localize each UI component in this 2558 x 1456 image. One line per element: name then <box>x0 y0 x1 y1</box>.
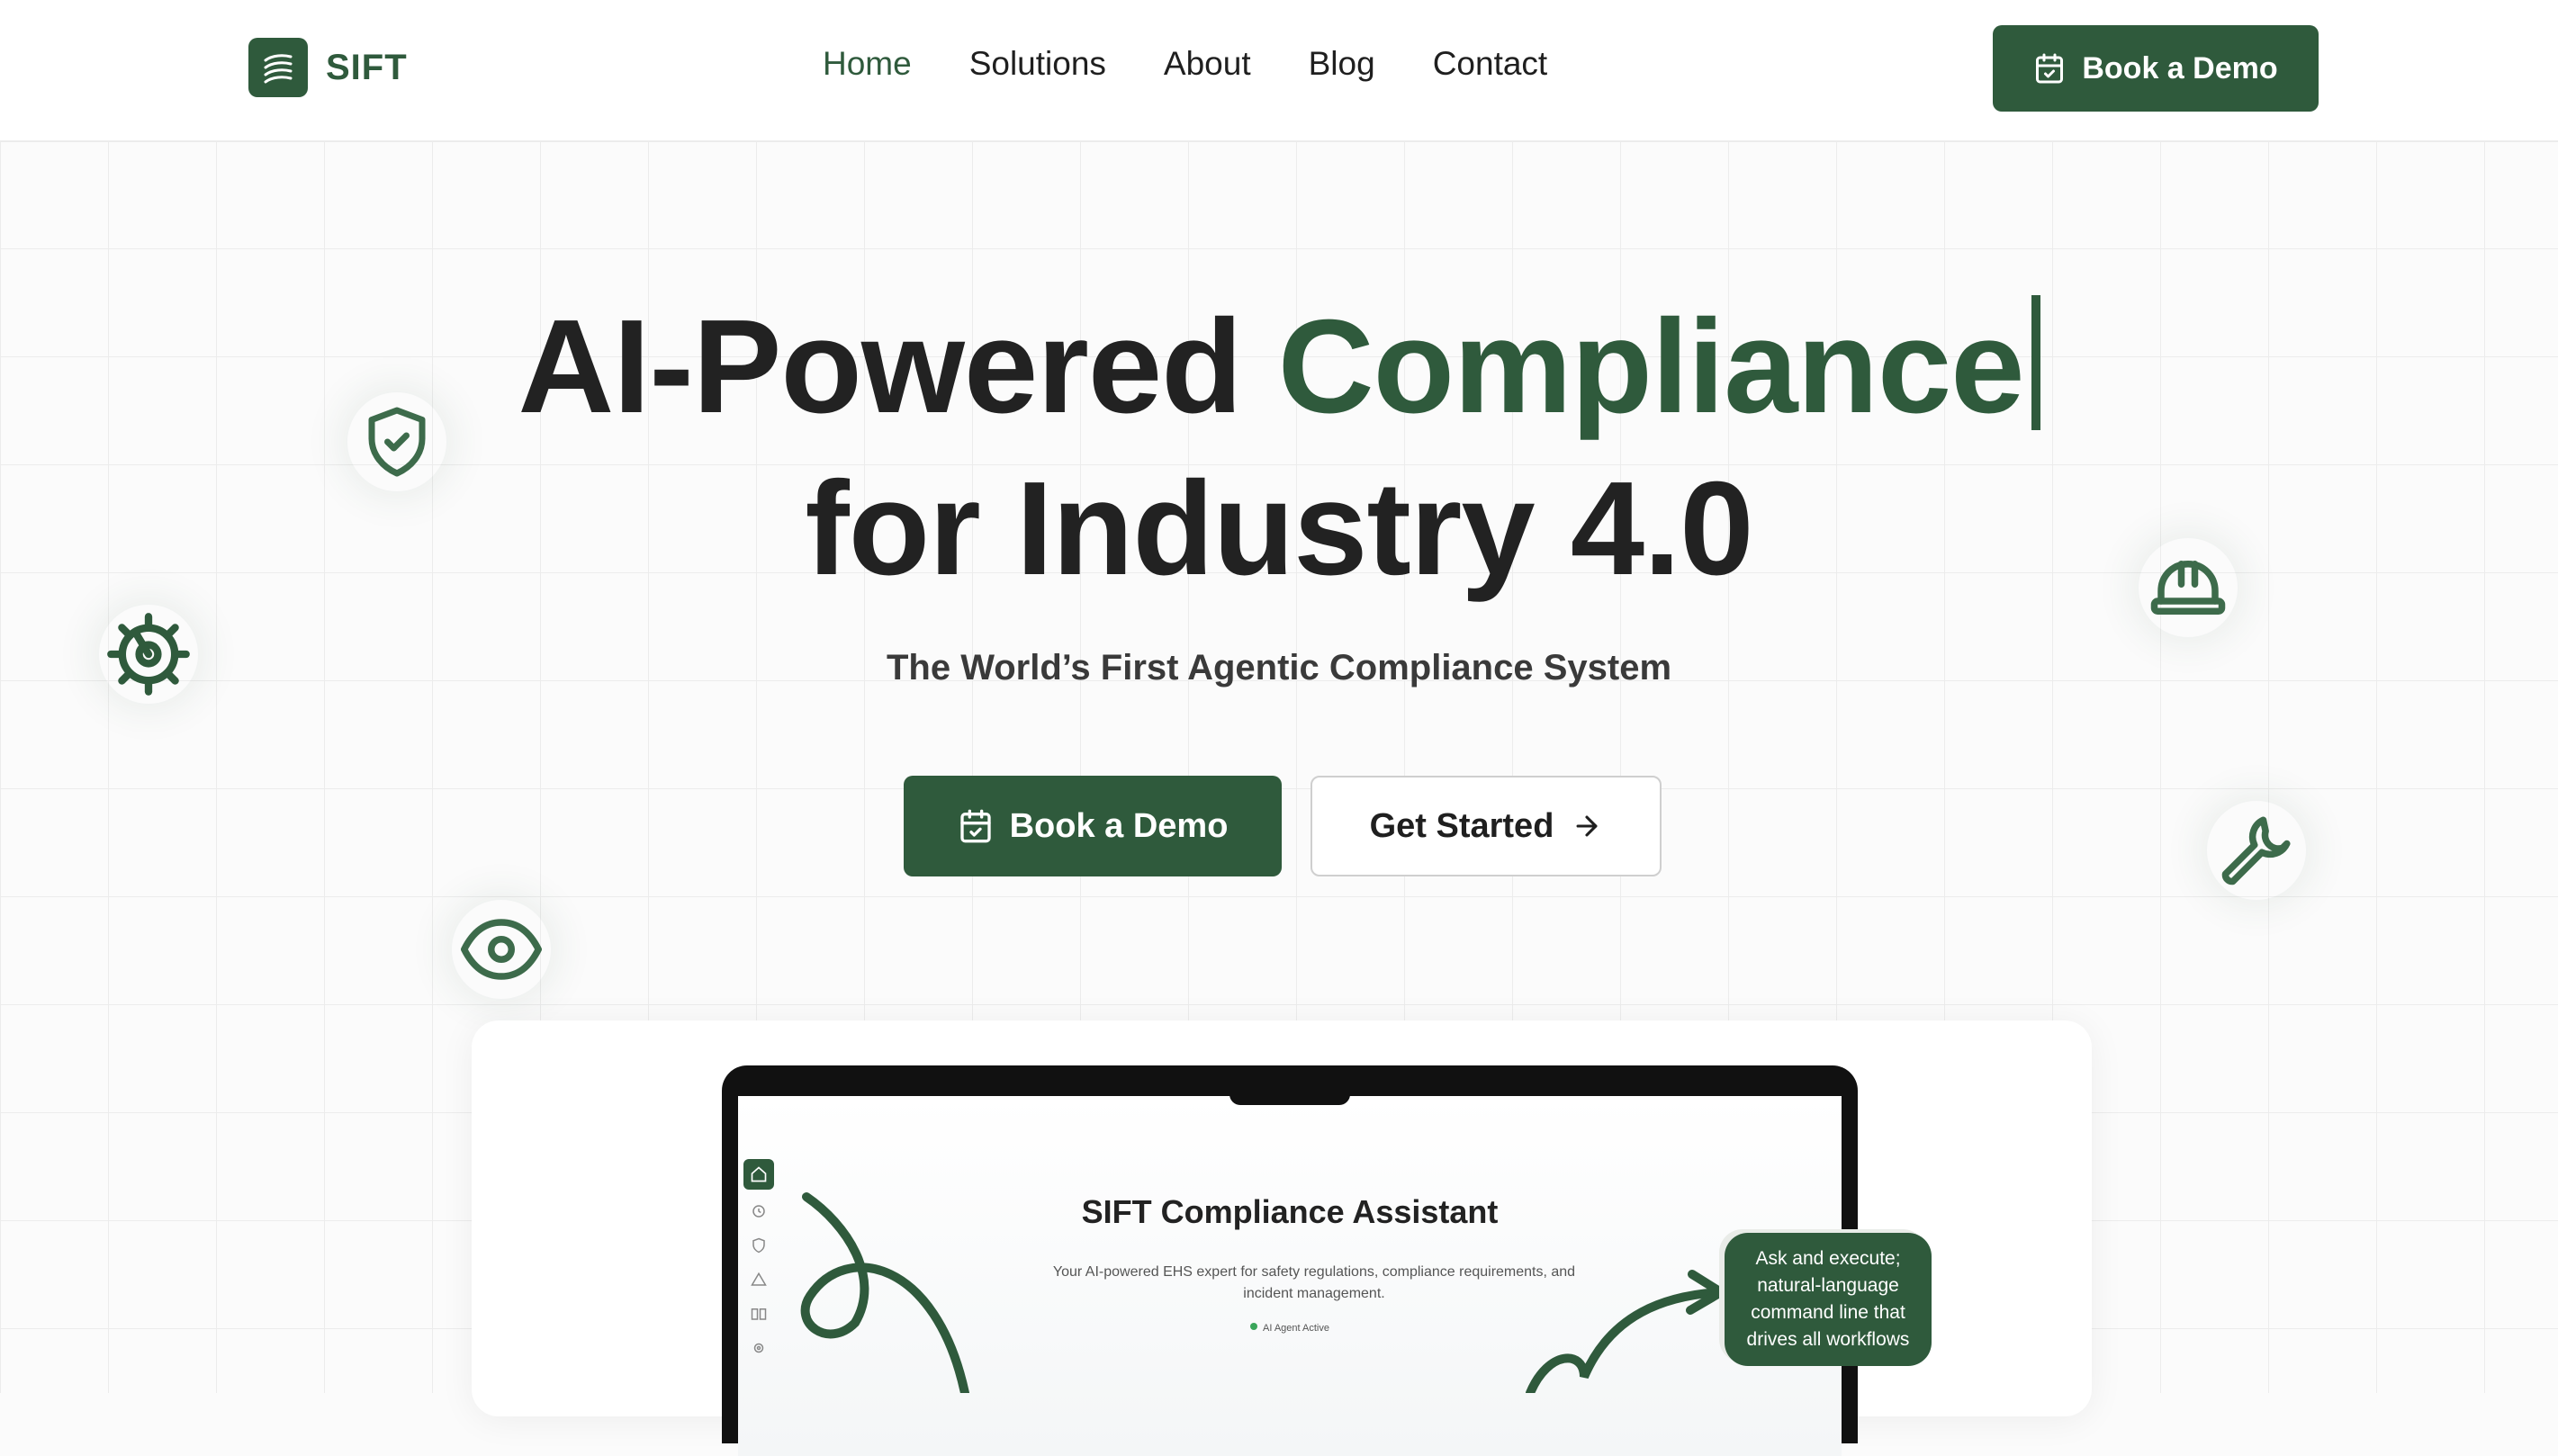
agent-status-label: AI Agent Active <box>1263 1323 1329 1334</box>
app-description: Your AI-powered EHS expert for safety re… <box>1052 1264 1576 1301</box>
app-screen: SIFT Compliance Assistant Your AI-powere… <box>738 1096 1842 1456</box>
feature-callout: Ask and execute; natural-language comman… <box>1725 1233 1932 1366</box>
nav-link-home[interactable]: Home <box>823 45 912 83</box>
hero-title-part1: AI-Powered <box>518 292 1278 441</box>
logo-text: SIFT <box>326 47 408 87</box>
eye-icon <box>452 900 551 999</box>
get-started-button[interactable]: Get Started <box>1311 776 1662 876</box>
logo[interactable]: SIFT <box>248 38 408 97</box>
settings-icon[interactable] <box>743 1335 774 1361</box>
arrow-right-icon <box>1576 815 1598 837</box>
hero-title-line2: for Industry 4.0 <box>805 454 1753 603</box>
nav-link-contact[interactable]: Contact <box>1433 45 1548 83</box>
laptop-frame: SIFT Compliance Assistant Your AI-powere… <box>722 1065 1858 1456</box>
gear-icon <box>99 605 198 704</box>
top-navigation: SIFT Home Solutions About Blog Contact B… <box>0 0 2558 142</box>
logo-mark-icon <box>248 38 308 97</box>
home-icon[interactable] <box>743 1159 774 1190</box>
typing-cursor <box>2031 295 2040 430</box>
shield-check-icon <box>347 392 446 491</box>
nav-link-about[interactable]: About <box>1164 45 1251 83</box>
book-demo-hero-button[interactable]: Book a Demo <box>904 776 1282 876</box>
nav-link-blog[interactable]: Blog <box>1309 45 1375 83</box>
wrench-icon <box>2207 801 2306 900</box>
calendar-check-icon <box>959 809 991 843</box>
book-demo-hero-label: Book a Demo <box>1009 806 1229 845</box>
shield-icon[interactable] <box>743 1233 774 1258</box>
book-demo-nav-label: Book a Demo <box>2082 50 2278 85</box>
calendar-check-icon <box>2036 53 2064 84</box>
hard-hat-icon <box>2139 538 2238 637</box>
nav-link-solutions[interactable]: Solutions <box>969 45 1106 83</box>
get-started-label: Get Started <box>1369 806 1554 845</box>
hero-title-accent: Compliance <box>1277 292 2025 441</box>
app-title: SIFT Compliance Assistant <box>1081 1193 1499 1230</box>
hero-subtitle: The World’s First Agentic Compliance Sys… <box>886 648 1672 688</box>
warning-icon[interactable] <box>743 1267 774 1292</box>
agent-status: AI Agent Active <box>738 1323 1842 1334</box>
nav-links: Home Solutions About Blog Contact <box>823 45 1547 83</box>
book-demo-nav-button[interactable]: Book a Demo <box>1993 25 2319 112</box>
status-dot <box>1250 1323 1257 1330</box>
laptop-notch <box>1229 1065 1350 1105</box>
